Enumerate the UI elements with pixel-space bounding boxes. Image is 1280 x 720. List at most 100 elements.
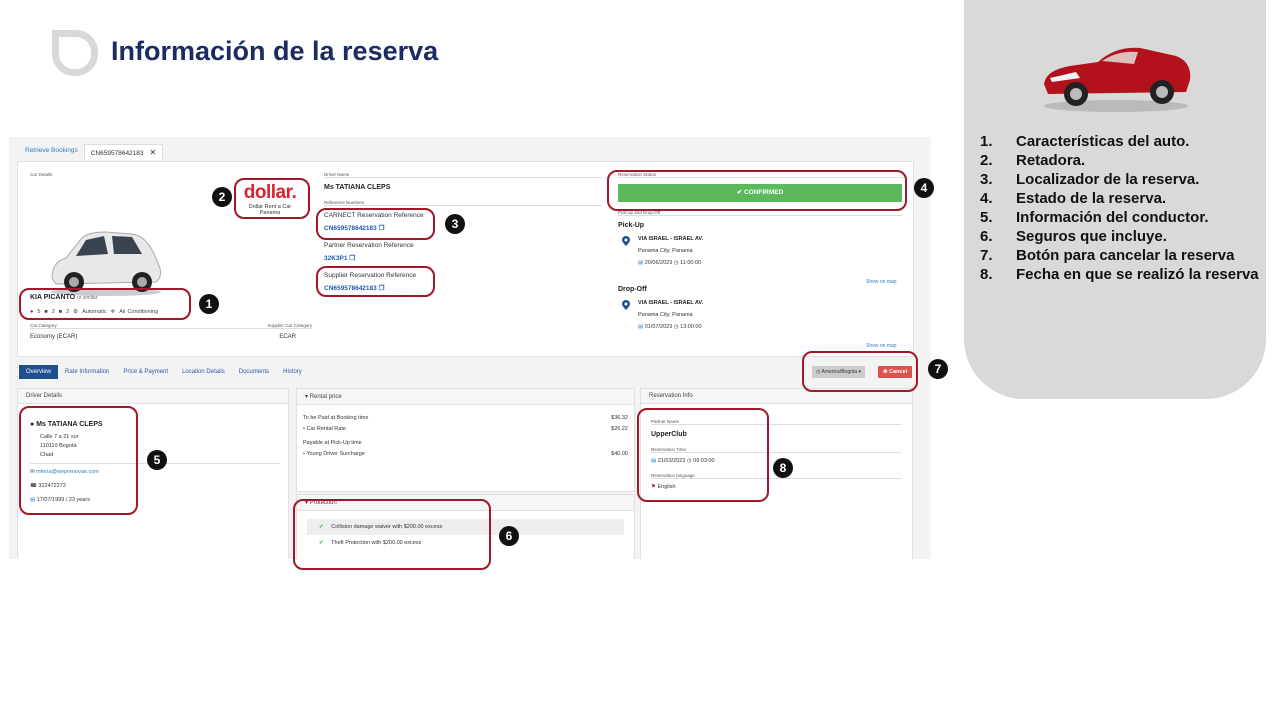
price-label: • Young Driver Surcharge [303,451,365,457]
legend-text: Características del auto. [1016,133,1190,150]
car-category-header: Car Category Supplier Car Category [30,323,312,329]
tab-history[interactable]: History [276,365,309,379]
pickup-place: VIA ISRAEL - ISRAEL AV. [638,236,704,242]
price-value: $26.22 [611,426,628,432]
price-label-text: Young Driver Surcharge [306,451,365,457]
car-category-value: Economy (ECAR) [30,334,78,340]
legend-num: 8. [980,266,993,283]
highlight-box-cancel [802,351,918,392]
location-pin-icon [622,236,630,246]
price-label: Payable at Pick-Up time [303,440,362,446]
car-category-row: Economy (ECAR) ECAR [30,334,312,340]
highlight-box-reference [316,208,435,240]
tab-booking-label: CN659578642183 [90,150,144,157]
reference-numbers-label: Reference Numbers [324,200,602,206]
tab-booking[interactable]: CN659578642183 ✕ [83,144,164,160]
tab-rate-information[interactable]: Rate Information [58,365,116,379]
legend-num: 4. [980,190,993,207]
legend-num: 3. [980,171,993,188]
legend-text: Estado de la reserva. [1016,190,1167,207]
car-details-label: Car Details [30,172,53,177]
pickup-datetime: ▤ 20/06/2023 ◷ 11:00:00 [638,260,701,266]
dropoff-show-map-link[interactable]: Show on map [866,343,897,349]
badge-3: 3 [445,214,465,234]
price-value: $40.00 [611,451,628,457]
close-icon[interactable]: ✕ [150,148,157,157]
calendar-icon: ▤ [638,260,644,266]
price-row: • Car Rental Rate $26.22 [297,426,634,432]
rental-price-title: ▾ Rental price [297,389,634,405]
pickup-time: 11:00:00 [680,260,702,266]
highlight-box-protection [293,499,491,570]
supplier-category-label: Supplier Car Category [267,323,312,328]
pickup-show-map-link[interactable]: Show on map [866,279,897,285]
price-row: • Young Driver Surcharge $40.00 [297,451,634,457]
tab-documents[interactable]: Documents [232,365,276,379]
dropoff-city: Panama City, Panama [638,312,693,318]
top-tabs: Retrieve Bookings CN659578642183 ✕ [19,144,164,160]
tab-overview[interactable]: Overview [19,365,59,379]
location-pin-icon [622,300,630,310]
highlight-box-reservation-date [637,408,769,502]
driver-name: Ms TATIANA CLEPS [324,184,391,191]
slide-logo-icon [52,30,98,76]
dropoff-title: Drop-Off [618,286,647,293]
highlight-box-supplier-ref [316,266,435,297]
pickup-title: Pick-Up [618,222,645,229]
price-label-text: Car Rental Rate [306,426,346,432]
tab-retrieve-bookings[interactable]: Retrieve Bookings [19,144,84,160]
badge-5: 5 [147,450,167,470]
clock-icon: ◷ [673,260,679,266]
highlight-box-supplier [234,178,310,219]
badge-1: 1 [199,294,219,314]
legend-item: 1. Características del auto. [980,132,1260,151]
legend-text: Botón para cancelar la reserva [1016,247,1235,264]
legend-text: Fecha en que se realizó la reserva [1016,266,1259,283]
driver-name-label: Driver Name [324,172,602,178]
dropoff-date: 01/07/2023 [644,324,673,330]
partner-ref-label: Partner Reservation Reference [324,242,414,249]
car-image [51,231,161,296]
driver-details-title: Driver Details [18,389,288,404]
rental-price-card: ▾ Rental price To be Paid at Booking tim… [296,388,635,492]
tab-price-payment[interactable]: Price & Payment [116,365,175,379]
partner-ref-value[interactable]: 32K3P1 ❐ [324,254,355,262]
badge-4: 4 [914,178,934,198]
price-label: • Car Rental Rate [303,426,346,432]
highlight-box-driver [19,406,138,515]
legend-item: 6. Seguros que incluye. [980,227,1260,246]
price-label: To be Paid at Booking time [303,415,369,421]
copy-icon[interactable]: ❐ [349,255,355,262]
highlight-box-car [19,288,191,320]
rental-price-title-text: Rental price [309,394,342,400]
price-value: $36.32 [611,415,628,421]
supplier-category-value: ECAR [279,334,296,340]
partner-ref-text: 32K3P1 [324,255,348,262]
badge-2: 2 [212,187,232,207]
legend-num: 2. [980,152,993,169]
legend-item: 7. Botón para cancelar la reserva [980,246,1260,265]
price-row: Payable at Pick-Up time [297,440,634,446]
calendar-icon: ▤ [638,324,644,330]
legend-text: Información del conductor. [1016,209,1209,226]
pickup-city: Panama City, Panama [638,248,693,254]
dropoff-place: VIA ISRAEL - ISRAEL AV. [638,300,704,306]
legend-item: 4. Estado de la reserva. [980,189,1260,208]
legend-num: 6. [980,228,993,245]
legend-item: 2. Retadora. [980,151,1260,170]
legend-item: 8. Fecha en que se realizó la reserva [980,265,1260,284]
legend-num: 1. [980,133,993,150]
clock-icon: ◷ [673,324,679,330]
price-row: To be Paid at Booking time $36.32 [297,415,634,421]
legend-num: 7. [980,247,993,264]
slide-title: Información de la reserva [111,36,439,66]
dropoff-datetime: ▤ 01/07/2023 ◷ 13:00:00 [638,324,702,330]
tab-location-details[interactable]: Location Details [175,365,232,379]
legend-item: 5. Información del conductor. [980,208,1260,227]
legend-text: Localizador de la reserva. [1016,171,1200,188]
badge-6: 6 [499,526,519,546]
pickup-date: 20/06/2023 [644,260,673,266]
legend-list: 1. Características del auto. 2. Retadora. … [980,132,1260,284]
car-category-label: Car Category [30,323,57,328]
red-convertible-car-icon [1044,47,1191,112]
